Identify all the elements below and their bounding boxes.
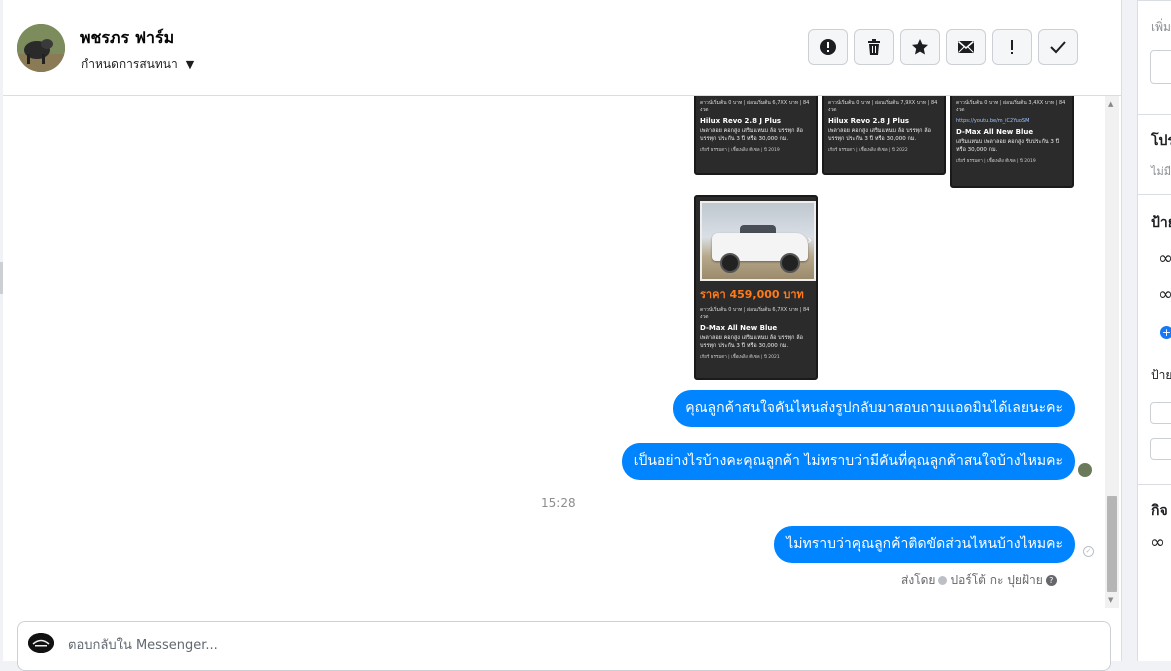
message-bubble[interactable]: คุณลูกค้าสนใจคันไหนส่งรูปกลับมาสอบถามแอด… <box>673 390 1075 427</box>
car-listing-card[interactable]: ดาวน์เริ่มต้น 0 บาท | ผ่อนเริ่มต้น 3,4XX… <box>950 96 1074 188</box>
message-bubble[interactable]: ไม่ทราบว่าคุณลูกค้าติดขัดส่วนไหนบ้างไหมค… <box>774 526 1075 563</box>
car-listing-card[interactable]: ดาวน์เริ่มต้น 0 บาท | ผ่อนเริ่มต้น 6,7XX… <box>694 96 818 175</box>
sent-by-prefix: ส่งโดย <box>901 573 936 587</box>
admin-icon <box>938 576 948 585</box>
follow-up-button[interactable] <box>992 29 1032 65</box>
car-listing-card[interactable]: ดาวน์เริ่มต้น 0 บาท | ผ่อนเริ่มต้น 7,9XX… <box>822 96 946 175</box>
divider <box>1138 194 1171 195</box>
card-description: เพลาลอย คอกสูง เสริมแหนบ ล้อ บรรทุก ล้อบ… <box>700 128 803 142</box>
conversation-header: พชรภร ฟาร์ม กำหนดการสนทนา ▼ <box>3 0 1121 96</box>
trash-icon <box>868 39 880 55</box>
sent-check-icon: ✓ <box>1083 546 1094 557</box>
profile-heading: โปร <box>1151 133 1171 149</box>
contact-avatar[interactable] <box>17 24 65 72</box>
activity-heading: กิจ <box>1151 503 1168 519</box>
star-icon <box>912 39 928 55</box>
caret-down-icon: ▼ <box>185 58 195 71</box>
message-scrollbar[interactable]: ▲ ▼ <box>1105 96 1119 608</box>
sent-by-name: ปอร์โต้ กะ ปุยฝ้าย <box>950 573 1043 587</box>
car-listing-card[interactable]: › ราคา 459,000 บาท ดาวน์เริ่มต้น 0 บาท |… <box>694 195 818 380</box>
exclamation-icon <box>1011 40 1013 54</box>
panel-resize-handle[interactable] <box>0 262 3 294</box>
reply-composer <box>17 621 1111 671</box>
details-add-label: เพิ่ม <box>1151 20 1171 34</box>
card-title: D-Max All New Blue <box>956 128 1034 136</box>
card-price: ราคา 459,000 บาท <box>700 288 804 301</box>
message-timestamp: 15:28 <box>541 496 576 510</box>
card-title: Hilux Revo 2.8 J Plus <box>700 117 782 125</box>
label-tag-icon[interactable]: ∞ <box>1158 248 1171 269</box>
profile-empty-label: ไม่มี <box>1151 165 1171 178</box>
scroll-down-icon[interactable]: ▼ <box>1108 596 1113 604</box>
card-title: Hilux Revo 2.8 J Plus <box>828 117 910 125</box>
conversation-actions <box>808 29 1078 65</box>
star-button[interactable] <box>900 29 940 65</box>
chat-panel: พชรภร ฟาร์ม กำหนดการสนทนา ▼ ดาวน์เริ่มต้… <box>3 0 1122 671</box>
spam-button[interactable] <box>808 29 848 65</box>
contact-details-panel: เพิ่ม โปร ไม่มี ป้าย ∞ ∞ + ป้าย กิจ ∞ <box>1137 0 1171 661</box>
assign-conversation-dropdown[interactable]: กำหนดการสนทนา ▼ <box>81 55 194 74</box>
card-specs: ดาวน์เริ่มต้น 0 บาท | ผ่อนเริ่มต้น 6,7XX… <box>700 307 810 320</box>
card-description: เสริมแหนบ เพลาลอย คอกสูง รับประกัน 3 ปี … <box>956 139 1060 153</box>
reply-input[interactable] <box>66 632 970 658</box>
card-specs: ดาวน์เริ่มต้น 0 บาท | ผ่อนเริ่มต้น 3,4XX… <box>956 100 1066 113</box>
label-input[interactable] <box>1150 438 1171 460</box>
divider <box>1138 0 1171 1</box>
card-footer: เกียร์ ธรรมดา | เชื้อเพลิง ดีเซล | ปี 20… <box>828 148 908 153</box>
card-title: D-Max All New Blue <box>700 324 778 332</box>
details-add-button[interactable] <box>1150 50 1171 84</box>
card-footer: เกียร์ ธรรมดา | เชื้อเพลิง ดีเซล | ปี 20… <box>956 159 1036 164</box>
alert-circle-icon <box>820 39 836 55</box>
assign-label: กำหนดการสนทนา <box>81 57 178 71</box>
seen-avatar <box>1078 463 1092 477</box>
card-specs: ดาวน์เริ่มต้น 0 บาท | ผ่อนเริ่มต้น 6,7XX… <box>700 100 810 113</box>
scroll-up-icon[interactable]: ▲ <box>1108 100 1113 108</box>
envelope-icon <box>958 40 974 53</box>
divider <box>1138 484 1171 485</box>
page-avatar <box>28 633 54 653</box>
add-label-icon[interactable]: + <box>1160 326 1171 339</box>
scroll-thumb[interactable] <box>1107 496 1117 592</box>
card-footer: เกียร์ ธรรมดา | เชื้อเพลิง ดีเซล | ปี 20… <box>700 355 780 360</box>
card-footer: เกียร์ ธรรมดา | เชื้อเพลิง ดีเซล | ปี 20… <box>700 148 780 153</box>
car-wheel <box>720 253 740 273</box>
mark-done-button[interactable] <box>1038 29 1078 65</box>
label-tag-icon[interactable]: ∞ <box>1158 284 1171 305</box>
delete-button[interactable] <box>854 29 894 65</box>
card-specs: ดาวน์เริ่มต้น 0 บาท | ผ่อนเริ่มต้น 7,9XX… <box>828 100 938 113</box>
labels-heading: ป้าย <box>1151 215 1171 231</box>
message-bubble[interactable]: เป็นอย่างไรบ้างคะคุณลูกค้า ไม่ทราบว่ามีค… <box>621 443 1075 480</box>
message-list[interactable]: ดาวน์เริ่มต้น 0 บาท | ผ่อนเริ่มต้น 6,7XX… <box>3 96 1105 608</box>
contact-name[interactable]: พชรภร ฟาร์ม <box>80 26 174 51</box>
mark-unread-button[interactable] <box>946 29 986 65</box>
help-icon[interactable]: ? <box>1045 575 1057 586</box>
label-input[interactable] <box>1150 402 1171 424</box>
card-link[interactable]: https://youtu.be/m_iC2YuoSM <box>952 116 1072 127</box>
labels-subheading: ป้าย <box>1151 368 1171 382</box>
chevron-right-icon[interactable]: › <box>807 233 812 247</box>
card-description: เพลาลอย คอกสูง เสริมแหนบ ล้อ บรรทุก ล้อบ… <box>828 128 931 142</box>
checkmark-icon <box>1050 41 1066 54</box>
sent-by-label: ส่งโดย ปอร์โต้ กะ ปุยฝ้าย? <box>901 571 1057 590</box>
divider <box>1138 114 1171 115</box>
card-description: เพลาลอย คอกสูง เสริมแหนบ ล้อ บรรทุก ล้อบ… <box>700 335 803 349</box>
activity-icon[interactable]: ∞ <box>1150 532 1165 553</box>
car-photo: › <box>700 201 816 281</box>
car-wheel <box>780 253 800 273</box>
